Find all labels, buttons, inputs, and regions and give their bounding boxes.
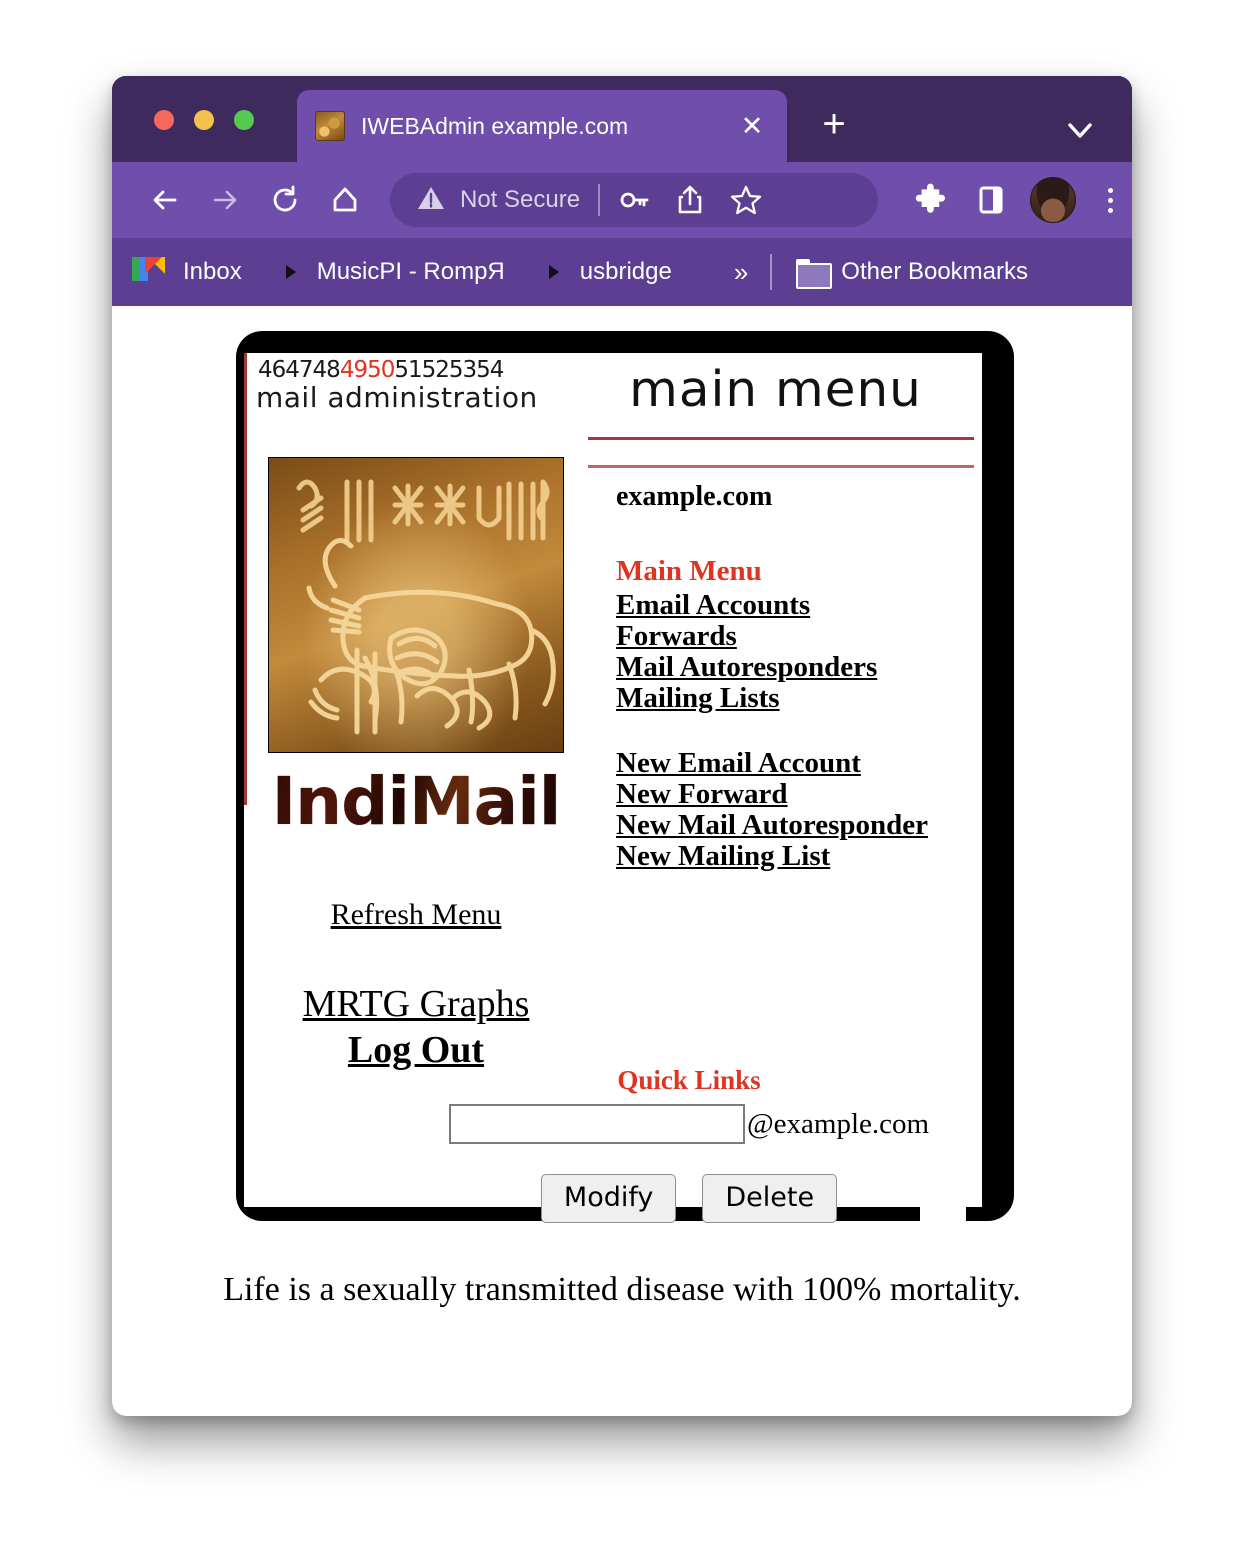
mrtg-graphs-row: MRTG Graphs bbox=[262, 982, 570, 1026]
browser-window: IWEBAdmin example.com ✕ + Not Secure Inb… bbox=[112, 76, 1132, 1416]
toolbar-right-group bbox=[878, 177, 1132, 223]
bookmark-label: usbridge bbox=[579, 258, 672, 285]
security-status-label: Not Secure bbox=[460, 186, 581, 213]
menu-link-new-mailing-list[interactable]: New Mailing List bbox=[616, 841, 956, 872]
bookmark-inbox[interactable]: Inbox bbox=[140, 257, 242, 287]
back-icon[interactable] bbox=[142, 177, 188, 223]
bookmarks-bar: Inbox MusicPI - RompЯ usbridge » Other B… bbox=[112, 238, 1132, 306]
refresh-menu-row: Refresh Menu bbox=[262, 898, 570, 932]
page-header: 464748495051525354 mail administration m… bbox=[254, 357, 974, 468]
indus-seal-favicon bbox=[315, 111, 345, 141]
bookmark-star-icon[interactable] bbox=[724, 178, 768, 222]
numbers-after: 51525354 bbox=[394, 357, 504, 383]
side-panel-icon[interactable] bbox=[968, 177, 1014, 223]
menu-link-new-forward[interactable]: New Forward bbox=[616, 779, 956, 810]
avatar[interactable] bbox=[1030, 177, 1076, 223]
address-bar[interactable]: Not Secure bbox=[390, 173, 878, 227]
header-subtitle: mail administration bbox=[256, 381, 538, 414]
right-column: example.com Main Menu Email Accounts For… bbox=[616, 481, 956, 872]
page-title: main menu bbox=[629, 361, 922, 418]
bookmarks-divider bbox=[770, 254, 773, 290]
numbers-before: 464748 bbox=[258, 357, 341, 383]
chrome-menu-icon[interactable] bbox=[1090, 177, 1130, 223]
iwebadmin-frame: 464748495051525354 mail administration m… bbox=[236, 331, 1014, 1229]
menu-spacer bbox=[616, 714, 956, 748]
left-red-rule bbox=[244, 353, 247, 805]
indimail-wordmark: IndiMail bbox=[262, 763, 570, 840]
main-menu-heading: Main Menu bbox=[616, 555, 762, 587]
bookmark-musicpi[interactable]: MusicPI - RompЯ bbox=[274, 257, 505, 287]
left-column: IndiMail Refresh Menu MRTG Graphs Log Ou… bbox=[262, 457, 570, 1072]
header-rule-bottom bbox=[588, 465, 974, 468]
indus-valley-seal-image bbox=[268, 457, 564, 753]
extensions-puzzle-icon[interactable] bbox=[908, 177, 954, 223]
share-icon[interactable] bbox=[668, 178, 712, 222]
quick-links-domain-suffix: @example.com bbox=[746, 1107, 930, 1140]
footer-quote: Life is a sexually transmitted disease w… bbox=[223, 1271, 1021, 1308]
chevron-down-icon[interactable] bbox=[1062, 112, 1098, 148]
menu-link-email-accounts[interactable]: Email Accounts bbox=[616, 589, 956, 621]
quick-links-buttons: Modify Delete bbox=[394, 1174, 984, 1223]
menu-link-new-email-account[interactable]: New Email Account bbox=[616, 748, 956, 779]
other-bookmarks-folder[interactable]: Other Bookmarks bbox=[796, 258, 1029, 289]
page-viewport: 464748495051525354 mail administration m… bbox=[112, 306, 1132, 1416]
mrtg-graphs-link[interactable]: MRTG Graphs bbox=[303, 983, 530, 1025]
bookmark-label: MusicPI - RompЯ bbox=[316, 258, 505, 285]
frame-inner-panel: 464748495051525354 mail administration m… bbox=[244, 353, 982, 1229]
quick-links-row: @example.com bbox=[394, 1104, 984, 1144]
forward-icon[interactable] bbox=[202, 177, 248, 223]
menu-link-new-mail-autoresponder[interactable]: New Mail Autoresponder bbox=[616, 810, 956, 841]
vlc-icon bbox=[537, 257, 567, 287]
menu-link-mailing-lists[interactable]: Mailing Lists bbox=[616, 683, 956, 714]
close-window-button[interactable] bbox=[154, 110, 174, 130]
modify-button[interactable]: Modify bbox=[540, 1174, 677, 1223]
tab-strip: IWEBAdmin example.com ✕ + bbox=[112, 76, 1132, 162]
screenshot-root: IWEBAdmin example.com ✕ + Not Secure Inb… bbox=[0, 0, 1240, 1566]
maximize-window-button[interactable] bbox=[234, 110, 254, 130]
header-rule-top bbox=[588, 437, 974, 440]
omnibox-divider bbox=[598, 184, 601, 216]
close-icon[interactable]: ✕ bbox=[735, 109, 769, 143]
numbers-highlighted: 4950 bbox=[339, 357, 396, 383]
vlc-icon bbox=[274, 257, 304, 287]
new-tab-button[interactable]: + bbox=[812, 104, 856, 148]
delete-button[interactable]: Delete bbox=[702, 1174, 838, 1223]
gmail-icon bbox=[140, 257, 170, 287]
folder-icon bbox=[796, 259, 833, 289]
not-secure-warning-icon bbox=[416, 183, 446, 218]
reload-icon[interactable] bbox=[262, 177, 308, 223]
browser-tab-active[interactable]: IWEBAdmin example.com ✕ bbox=[297, 90, 787, 162]
tab-title: IWEBAdmin example.com bbox=[361, 112, 629, 139]
menu-link-mail-autoresponders[interactable]: Mail Autoresponders bbox=[616, 652, 956, 683]
browser-toolbar: Not Secure bbox=[112, 162, 1132, 238]
bookmark-usbridge[interactable]: usbridge bbox=[537, 257, 672, 287]
quick-links-heading: Quick Links bbox=[617, 1065, 761, 1095]
domain-label: example.com bbox=[616, 481, 773, 512]
quick-links-section: Quick Links @example.com Modify Delete bbox=[394, 1065, 984, 1223]
other-bookmarks-label: Other Bookmarks bbox=[841, 258, 1029, 285]
header-number-strip: 464748495051525354 bbox=[258, 357, 504, 383]
window-controls bbox=[154, 110, 254, 130]
password-key-icon[interactable] bbox=[612, 178, 656, 222]
bookmark-label: Inbox bbox=[183, 258, 242, 285]
menu-link-forwards[interactable]: Forwards bbox=[616, 620, 956, 652]
home-icon[interactable] bbox=[322, 177, 368, 223]
refresh-menu-link[interactable]: Refresh Menu bbox=[331, 898, 502, 931]
quick-links-username-input[interactable] bbox=[448, 1104, 745, 1144]
bookmarks-overflow-button[interactable]: » bbox=[734, 257, 748, 288]
minimize-window-button[interactable] bbox=[194, 110, 214, 130]
